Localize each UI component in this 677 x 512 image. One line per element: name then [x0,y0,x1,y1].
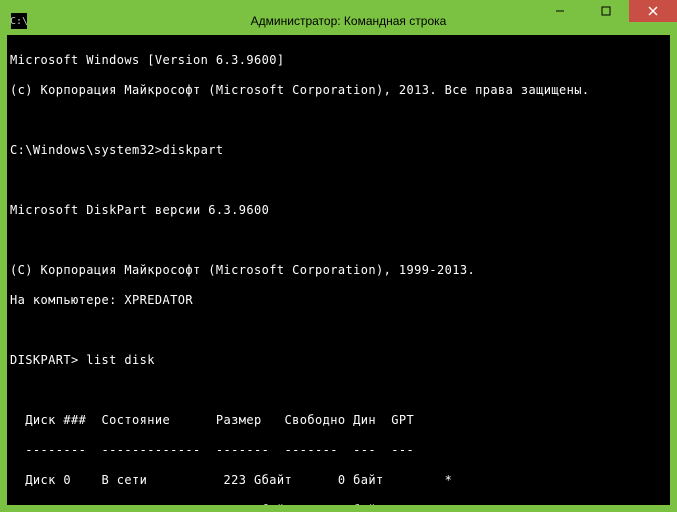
command-prompt-window: C:\ Администратор: Командная строка Micr… [0,0,677,512]
console-line: Microsoft DiskPart версии 6.3.9600 [10,203,667,218]
minimize-button[interactable] [537,0,583,22]
console-line: (c) Корпорация Майкрософт (Microsoft Cor… [10,83,667,98]
close-button[interactable] [629,0,677,22]
disk-table-divider: -------- ------------- ------- ------- -… [10,443,667,458]
titlebar[interactable]: C:\ Администратор: Командная строка [7,7,670,35]
console-output[interactable]: Microsoft Windows [Version 6.3.9600] (c)… [7,35,670,505]
console-line: На компьютере: XPREDATOR [10,293,667,308]
console-line: DISKPART> list disk [10,353,667,368]
console-line: (С) Корпорация Майкрософт (Microsoft Cor… [10,263,667,278]
maximize-button[interactable] [583,0,629,22]
disk-table-header: Диск ### Состояние Размер Свободно Дин G… [10,413,667,428]
app-icon: C:\ [11,13,27,29]
console-line: Microsoft Windows [Version 6.3.9600] [10,53,667,68]
table-row: Диск 1 В сети 465 Gбайт 0 байт [10,503,667,505]
table-row: Диск 0 В сети 223 Gбайт 0 байт * [10,473,667,488]
window-controls [537,0,677,24]
console-line: C:\Windows\system32>diskpart [10,143,667,158]
